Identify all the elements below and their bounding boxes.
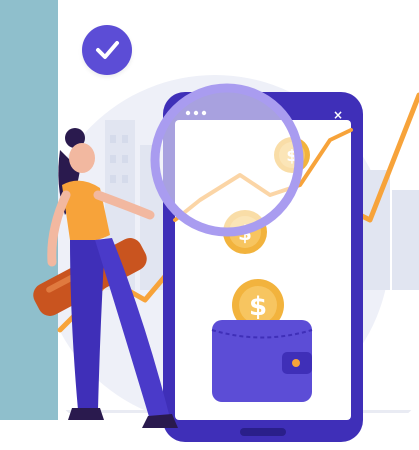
illustration-stage: $ $ $ <box>0 0 419 450</box>
svg-text:$: $ <box>249 292 267 322</box>
check-icon <box>96 41 119 59</box>
check-badge <box>82 25 132 75</box>
finance-search-illustration: $ $ $ <box>33 75 419 442</box>
close-icon[interactable]: × <box>332 109 344 121</box>
